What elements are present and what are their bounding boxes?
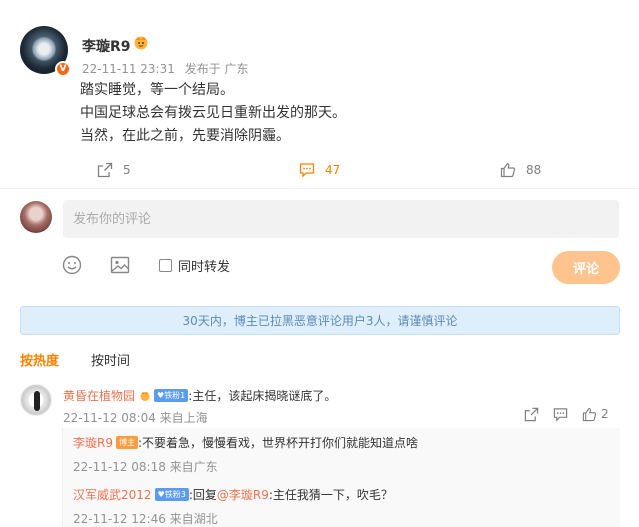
emoji-icon <box>62 255 82 275</box>
fan-badge-label: 铁粉3 <box>164 490 186 499</box>
comment-count: 47 <box>325 163 341 177</box>
reply-prefix: :回复 <box>188 488 217 502</box>
repost-toggle[interactable]: 同时转发 <box>159 254 230 276</box>
comment-input[interactable] <box>63 200 619 238</box>
post-location: 发布于 广东 <box>184 62 249 76</box>
submit-comment-button[interactable]: 评论 <box>552 251 620 284</box>
repost-toggle-label: 同时转发 <box>178 259 231 275</box>
repost-checkbox[interactable] <box>159 258 172 272</box>
post-line-2: 中国足球总会有拨云见日重新出发的那天。 <box>80 105 346 121</box>
like-count: 88 <box>526 163 542 177</box>
comment-line: 黄昏在植物园 ♥ 铁粉1 :主任，该起床揭晓谜底了。 <box>63 387 336 404</box>
fan-badge: ♥ 铁粉3 <box>154 488 189 501</box>
post-meta: 22-11-11 23:31 发布于 广东 <box>82 60 249 77</box>
reply-line: 汉军威武2012 ♥ 铁粉3 :回复 @李璇R9 :主任我猜一下，吹毛？ <box>73 486 393 503</box>
post-line-1: 踏实睡觉，等一个结局。 <box>80 82 234 98</box>
composer-tools: 同时转发 <box>62 254 622 278</box>
author-name[interactable]: 李璇R9 <box>82 36 131 56</box>
post-header: V 李璇R9 22-11-11 23:31 发布于 广东 <box>20 26 620 82</box>
comment-icon[interactable] <box>553 407 568 422</box>
notice-banner: 30天内，博主已拉黑恶意评论用户3人，请谨慎评论 <box>20 306 620 335</box>
share-icon <box>97 162 113 178</box>
like-icon[interactable] <box>582 407 597 422</box>
fan-badge-label: 铁粉1 <box>164 391 186 400</box>
my-avatar[interactable] <box>20 201 52 233</box>
tab-sort-hot[interactable]: 按热度 <box>20 350 59 369</box>
reply-text: :不要着急，慢慢看戏，世界杯开打你们就能知道点啥 <box>137 436 419 450</box>
reply-meta: 22-11-12 12:46 来自湖北 <box>73 512 218 526</box>
post-actions: 5 47 88 <box>0 155 639 185</box>
reply-text: :主任我猜一下，吹毛？ <box>268 488 393 502</box>
comment-meta: 22-11-12 08:04 来自上海 <box>63 411 208 425</box>
reply-list: 李璇R9 博主 :不要着急，慢慢看戏，世界杯开打你们就能知道点啥 22-11-1… <box>62 428 620 527</box>
like-icon <box>500 162 516 178</box>
like-button[interactable]: 88 <box>500 155 541 185</box>
comment-icon <box>299 163 315 178</box>
repost-button[interactable]: 5 <box>97 155 131 185</box>
verified-badge: V <box>55 61 71 77</box>
reply-item: 汉军威武2012 ♥ 铁粉3 :回复 @李璇R9 :主任我猜一下，吹毛？ 22-1… <box>73 486 393 527</box>
reply-user[interactable]: 汉军威武2012 <box>73 486 152 503</box>
image-button[interactable] <box>110 254 130 276</box>
comment-text: :主任，该起床揭晓谜底了。 <box>188 389 337 403</box>
comment-like-count: 2 <box>601 407 609 421</box>
divider <box>0 188 639 189</box>
comment-button[interactable]: 47 <box>299 155 340 185</box>
author-badge: 博主 <box>115 436 138 449</box>
reply-line: 李璇R9 博主 :不要着急，慢慢看戏，世界杯开打你们就能知道点啥 <box>73 434 418 451</box>
fan-badge-heart-icon: ♥ <box>157 490 165 499</box>
reply-user[interactable]: 李璇R9 <box>73 434 113 451</box>
crown-icon[interactable] <box>132 34 150 50</box>
image-icon <box>110 256 130 274</box>
repost-count: 5 <box>123 163 131 177</box>
reply-item: 李璇R9 博主 :不要着急，慢慢看戏，世界杯开打你们就能知道点啥 22-11-1… <box>73 434 418 475</box>
commenter-avatar[interactable] <box>20 384 52 416</box>
comment-actions: 2 <box>524 405 609 423</box>
reply-mention[interactable]: @李璇R9 <box>217 486 269 503</box>
reply-meta: 22-11-12 08:18 来自广东 <box>73 460 218 474</box>
post-body: 踏实睡觉，等一个结局。 中国足球总会有拨云见日重新出发的那天。 当然，在此之前，… <box>80 79 346 148</box>
commenter-name[interactable]: 黄昏在植物园 <box>63 387 135 404</box>
tab-sort-time[interactable]: 按时间 <box>91 350 130 369</box>
fan-badge-heart-icon: ♥ <box>157 391 165 400</box>
emoji-button[interactable] <box>62 254 82 276</box>
post-time[interactable]: 22-11-11 23:31 <box>82 62 175 76</box>
fan-badge: ♥ 铁粉1 <box>154 389 189 402</box>
crown-icon <box>140 391 150 401</box>
post-line-3: 当然，在此之前，先要消除阴霾。 <box>80 128 290 144</box>
share-icon[interactable] <box>524 407 539 422</box>
